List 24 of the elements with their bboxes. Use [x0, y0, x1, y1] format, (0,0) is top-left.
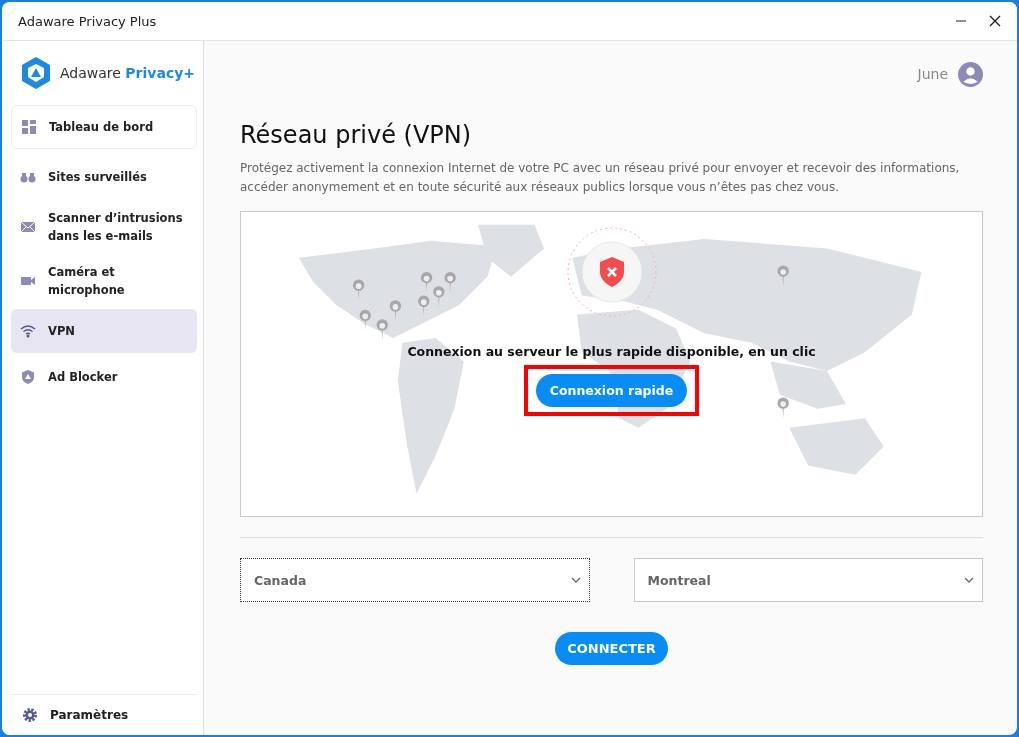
- page-description: Protégez activement la connexion Internet de votre PC avec un réseau privé pour envoyer et recevoir des informations, accéder anonymement et en toute sécurité aux réseaux publics lorsque vous n’êtes pas chez vous.: [240, 160, 961, 196]
- chevron-down-icon: [570, 577, 581, 583]
- logo-icon: [20, 56, 52, 90]
- logo-text: Adaware Privacy+: [60, 65, 196, 81]
- city-dropdown[interactable]: Montreal: [633, 558, 983, 602]
- sidebar-item[interactable]: Scanner d’intrusions dans les e-mails: [11, 201, 197, 253]
- settings-item[interactable]: Paramètres: [11, 694, 197, 735]
- window-title: Adaware Privacy Plus: [18, 13, 157, 29]
- shield-icon: [20, 369, 36, 385]
- grid-icon: [21, 119, 37, 135]
- chevron-down-icon: [964, 577, 974, 583]
- settings-icon: [22, 707, 38, 723]
- sidebar-item[interactable]: Sites surveillés: [11, 155, 197, 199]
- sidebar-item[interactable]: Ad Blocker: [11, 355, 197, 399]
- user-avatar-icon[interactable]: [958, 61, 983, 87]
- sidebar-item[interactable]: Caméra et microphone: [11, 255, 197, 307]
- wifi-icon: [20, 323, 36, 339]
- sidebar-item[interactable]: Tableau de bord: [11, 105, 197, 149]
- country-dropdown[interactable]: Canada: [240, 558, 590, 602]
- close-icon[interactable]: [989, 15, 1001, 27]
- page-title: Réseau privé (VPN): [240, 121, 473, 149]
- quick-connect-message: Connexion au serveur le plus rapide disponible, en un clic: [407, 344, 816, 359]
- mail-icon: [20, 219, 36, 235]
- sidebar-item[interactable]: VPN: [11, 309, 197, 353]
